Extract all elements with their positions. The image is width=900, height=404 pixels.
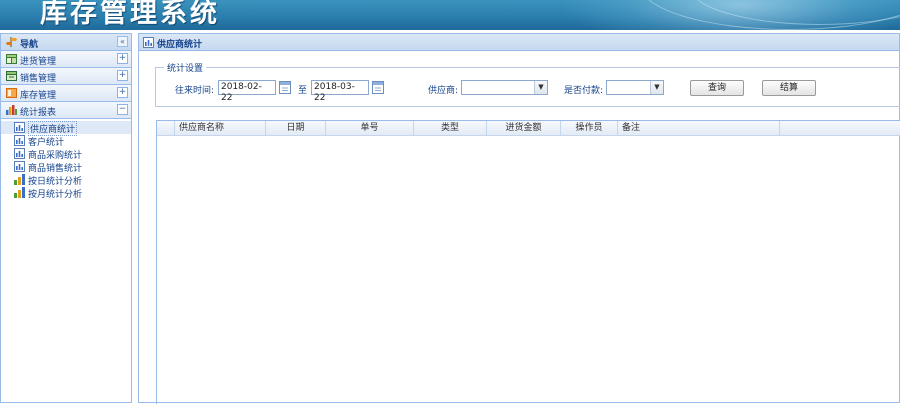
collapse-sidebar-button[interactable]: « xyxy=(117,36,128,47)
date-range-label: 往来时间: xyxy=(175,86,215,96)
report-icon xyxy=(14,122,25,133)
column-header-type[interactable]: 类型 xyxy=(414,121,487,136)
report-icon xyxy=(143,37,154,48)
report-icon xyxy=(14,135,25,146)
sidebar-section-label: 销售管理 xyxy=(20,74,57,84)
settings-legend: 统计设置 xyxy=(167,64,204,74)
chart-icon xyxy=(6,105,17,115)
sidebar-section-label: 进货管理 xyxy=(20,57,57,67)
column-header-remark[interactable]: 备注 xyxy=(618,121,780,136)
sidebar-header: 导航 « xyxy=(1,34,131,51)
report-submenu: 供应商统计 客户统计 商品采购统计 商品销售统计 按日统计分析 按月统计分析 xyxy=(1,119,131,200)
column-header-purchase-amount[interactable]: 进货金额 xyxy=(487,121,561,136)
sales-icon xyxy=(6,71,17,81)
expand-icon[interactable]: + xyxy=(117,70,128,81)
purchase-icon xyxy=(6,54,17,64)
app-header: 库存管理系统 xyxy=(0,0,900,30)
app-title: 库存管理系统 xyxy=(40,0,220,29)
sidebar-section-label: 统计报表 xyxy=(20,108,57,118)
expand-icon[interactable]: + xyxy=(117,87,128,98)
expand-icon[interactable]: + xyxy=(117,53,128,64)
sidebar-section-label: 库存管理 xyxy=(20,91,57,101)
sidebar-section-sales[interactable]: 销售管理 + xyxy=(1,68,131,85)
bar-chart-icon xyxy=(14,174,25,185)
sidebar-title: 导航 xyxy=(20,40,39,50)
supplier-stats-grid: 供应商名称 日期 单号 类型 进货金额 操作员 备注 xyxy=(156,120,900,404)
sidebar-section-purchase[interactable]: 进货管理 + xyxy=(1,51,131,68)
start-date-input[interactable]: 2018-02-22 xyxy=(218,80,276,103)
main-panel: 供应商统计 统计设置 往来时间: 2018-02-22 至 2018-03-22… xyxy=(138,33,900,404)
column-header-date[interactable]: 日期 xyxy=(266,121,326,136)
paid-status-label: 是否付款: xyxy=(564,86,604,96)
query-button[interactable]: 查询 xyxy=(690,80,744,96)
sidebar-item-supplier-stats[interactable]: 供应商统计 xyxy=(1,121,131,136)
chevron-down-icon[interactable]: ▼ xyxy=(650,81,663,94)
panel-header: 供应商统计 xyxy=(139,34,899,51)
to-label: 至 xyxy=(298,86,308,96)
column-header-operator[interactable]: 操作员 xyxy=(561,121,618,136)
sidebar-item-customer-stats[interactable]: 客户统计 xyxy=(1,134,131,148)
end-date-input[interactable]: 2018-03-22 xyxy=(311,80,369,103)
collapse-icon[interactable]: − xyxy=(117,104,128,115)
report-icon xyxy=(14,148,25,159)
column-header-supplier-name[interactable]: 供应商名称 xyxy=(175,121,266,136)
sidebar-section-report[interactable]: 统计报表 − xyxy=(1,102,131,119)
bar-chart-icon xyxy=(14,187,25,198)
navigation-icon xyxy=(6,37,17,47)
calendar-icon[interactable] xyxy=(279,81,291,94)
chevron-down-icon[interactable]: ▼ xyxy=(534,81,547,94)
sidebar-section-inventory[interactable]: 库存管理 + xyxy=(1,85,131,102)
row-number-column xyxy=(157,121,175,136)
supplier-select[interactable]: ▼ xyxy=(461,80,548,95)
sidebar-item-purchase-stats[interactable]: 商品采购统计 xyxy=(1,147,131,161)
sidebar-item-label: 按月统计分析 xyxy=(28,190,83,200)
grid-header: 供应商名称 日期 单号 类型 进货金额 操作员 备注 xyxy=(157,121,900,136)
sidebar-item-monthly-analysis[interactable]: 按月统计分析 xyxy=(1,186,131,200)
inventory-icon xyxy=(6,88,17,98)
sidebar: 导航 « 进货管理 + 销售管理 + 库存管理 + 统计报表 − 供应商统计 客… xyxy=(0,33,132,403)
paid-status-select[interactable]: ▼ xyxy=(606,80,664,95)
settle-button[interactable]: 结算 xyxy=(762,80,816,96)
sidebar-item-sales-stats[interactable]: 商品销售统计 xyxy=(1,160,131,174)
supplier-label: 供应商: xyxy=(428,86,459,96)
column-header-order-number[interactable]: 单号 xyxy=(326,121,414,136)
panel-title: 供应商统计 xyxy=(157,40,203,50)
sidebar-item-daily-analysis[interactable]: 按日统计分析 xyxy=(1,173,131,187)
calendar-icon[interactable] xyxy=(372,81,384,94)
report-icon xyxy=(14,161,25,172)
